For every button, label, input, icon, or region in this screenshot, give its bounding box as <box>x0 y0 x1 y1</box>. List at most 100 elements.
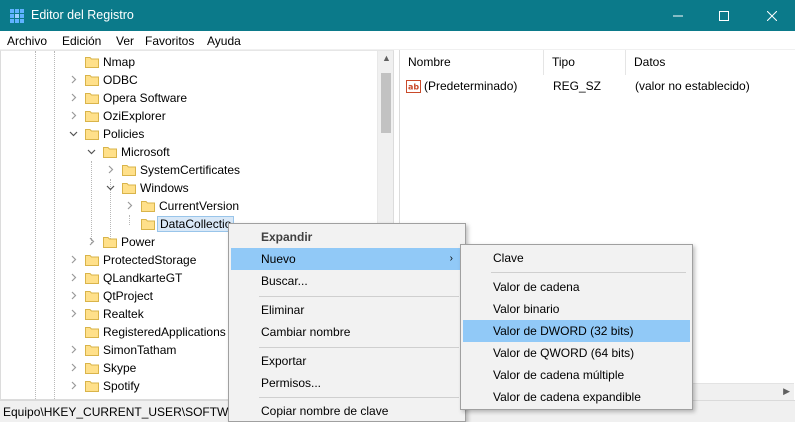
folder-icon <box>85 92 99 104</box>
folder-icon <box>141 218 155 230</box>
column-header-nombre[interactable]: Nombre <box>400 50 544 75</box>
chevron-right-icon[interactable] <box>69 75 79 85</box>
sub-valor-cadena-expandible[interactable]: Valor de cadena expandible <box>463 386 690 408</box>
folder-icon <box>85 272 99 284</box>
tree-node-label: OziExplorer <box>103 109 166 123</box>
tree-node[interactable]: Opera Software <box>1 89 377 107</box>
chevron-down-icon[interactable] <box>87 147 97 157</box>
ctx-permisos[interactable]: Permisos... <box>231 372 463 394</box>
sub-valor-binario[interactable]: Valor binario <box>463 298 690 320</box>
tree-node-label: ODBC <box>103 73 138 87</box>
column-header-datos[interactable]: Datos <box>626 50 795 75</box>
folder-icon <box>85 380 99 392</box>
folder-icon <box>85 362 99 374</box>
scroll-thumb[interactable] <box>381 73 391 133</box>
chevron-right-icon[interactable] <box>69 93 79 103</box>
menu-archivo[interactable]: Archivo <box>7 34 47 48</box>
maximize-button[interactable] <box>701 0 747 31</box>
folder-icon <box>85 74 99 86</box>
folder-icon <box>85 128 99 140</box>
tree-node[interactable]: ODBC <box>1 71 377 89</box>
menu-favoritos[interactable]: Favoritos <box>145 34 194 48</box>
sub-valor-cadena-multiple[interactable]: Valor de cadena múltiple <box>463 364 690 386</box>
sub-valor-qword[interactable]: Valor de QWORD (64 bits) <box>463 342 690 364</box>
chevron-right-icon[interactable] <box>125 201 135 211</box>
chevron-down-icon[interactable] <box>69 129 79 139</box>
menu-ver[interactable]: Ver <box>116 34 134 48</box>
folder-icon <box>85 56 99 68</box>
chevron-down-icon[interactable] <box>106 183 116 193</box>
chevron-right-icon[interactable] <box>87 237 97 247</box>
chevron-right-icon[interactable] <box>69 309 79 319</box>
tree-node[interactable]: Nmap <box>1 53 377 71</box>
tree-node-label: Realtek <box>103 307 144 321</box>
sub-valor-dword[interactable]: Valor de DWORD (32 bits) <box>463 320 690 342</box>
tree-node-label: ProtectedStorage <box>103 253 197 267</box>
folder-icon <box>85 290 99 302</box>
chevron-right-icon[interactable] <box>69 345 79 355</box>
registry-path: Equipo\HKEY_CURRENT_USER\SOFTWARE <box>3 405 253 419</box>
tree-node[interactable]: Policies <box>1 125 377 143</box>
tree-node[interactable]: OziExplorer <box>1 107 377 125</box>
ctx-cambiar-nombre[interactable]: Cambiar nombre <box>231 321 463 343</box>
tree-node[interactable]: Windows <box>1 179 377 197</box>
tree-node-label: Opera Software <box>103 91 188 105</box>
scroll-right-icon[interactable]: ▶ <box>783 386 790 397</box>
scroll-up-icon[interactable]: ▲ <box>382 53 391 63</box>
ctx-eliminar[interactable]: Eliminar <box>231 299 463 321</box>
string-value-icon: ab <box>406 80 421 93</box>
folder-icon <box>141 200 155 212</box>
folder-icon <box>122 164 136 176</box>
chevron-right-icon[interactable] <box>69 255 79 265</box>
menu-separator <box>491 272 686 273</box>
menu-bar: Archivo Edición Ver Favoritos Ayuda <box>0 31 795 50</box>
folder-icon <box>103 146 117 158</box>
chevron-right-icon: › <box>449 253 453 264</box>
folder-icon <box>85 110 99 122</box>
menu-separator <box>259 397 459 398</box>
context-menu: Expandir Nuevo › Buscar... Eliminar Camb… <box>228 223 466 422</box>
chevron-right-icon[interactable] <box>69 363 79 373</box>
tree-node-label: Policies <box>103 127 145 141</box>
folder-icon <box>122 182 136 194</box>
tree-node-label: DataCollectio <box>157 216 235 232</box>
title-bar: Editor del Registro <box>0 0 795 31</box>
ctx-copiar-nombre-clave[interactable]: Copiar nombre de clave <box>231 400 463 422</box>
ctx-nuevo-label: Nuevo <box>261 252 296 266</box>
tree-node-label: Microsoft <box>121 145 170 159</box>
tree-node-label: CurrentVersion <box>159 199 240 213</box>
tree-node-label: Skype <box>103 361 137 375</box>
folder-icon <box>85 326 99 338</box>
tree-node[interactable]: CurrentVersion <box>1 197 377 215</box>
tree-node-label: Windows <box>140 181 189 195</box>
ctx-buscar[interactable]: Buscar... <box>231 270 463 292</box>
chevron-right-icon[interactable] <box>69 273 79 283</box>
value-name[interactable]: (Predeterminado) <box>424 77 517 95</box>
tree-node[interactable]: Microsoft <box>1 143 377 161</box>
chevron-right-icon[interactable] <box>69 381 79 391</box>
tree-node[interactable]: SystemCertificates <box>1 161 377 179</box>
menu-ayuda[interactable]: Ayuda <box>207 34 241 48</box>
window-title: Editor del Registro <box>31 8 134 22</box>
maximize-icon <box>719 10 729 21</box>
chevron-right-icon[interactable] <box>106 165 116 175</box>
value-type: REG_SZ <box>553 79 602 93</box>
close-button[interactable] <box>749 0 795 31</box>
ctx-nuevo[interactable]: Nuevo › <box>231 248 463 270</box>
sub-valor-cadena[interactable]: Valor de cadena <box>463 276 690 298</box>
sub-clave[interactable]: Clave <box>463 247 690 269</box>
column-header-tipo[interactable]: Tipo <box>544 50 626 75</box>
minimize-icon <box>673 15 683 16</box>
tree-node-label: QtProject <box>103 289 154 303</box>
tree-node-label: SimonTatham <box>103 343 177 357</box>
chevron-right-icon[interactable] <box>69 111 79 121</box>
ctx-exportar[interactable]: Exportar <box>231 350 463 372</box>
folder-icon <box>103 236 117 248</box>
nuevo-submenu: Clave Valor de cadena Valor binario Valo… <box>460 244 693 410</box>
folder-icon <box>85 308 99 320</box>
chevron-right-icon[interactable] <box>69 291 79 301</box>
ctx-expandir[interactable]: Expandir <box>231 226 463 248</box>
menu-edicion[interactable]: Edición <box>62 34 101 48</box>
tree-node-label: Nmap <box>103 55 136 69</box>
minimize-button[interactable] <box>655 0 701 31</box>
